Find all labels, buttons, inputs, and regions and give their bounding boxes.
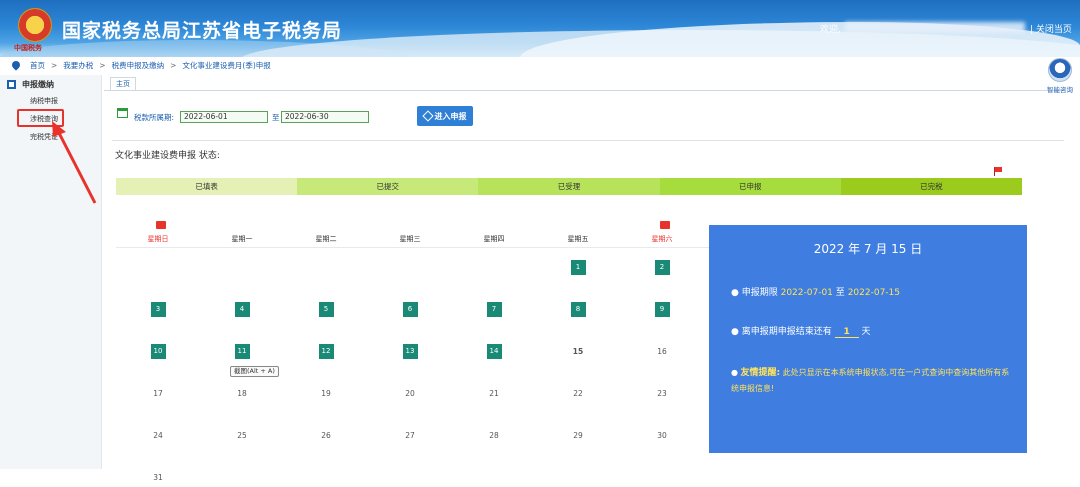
weekday-mon: 星期一 xyxy=(231,235,253,243)
friendly-reminder: ● 友情提醒: 此处只显示在本系统申报状态,可在一户式查询中查询其他所有系统申报… xyxy=(731,368,1010,393)
calendar-day[interactable]: 2 xyxy=(620,257,704,277)
enter-declaration-button[interactable]: 进入申报 xyxy=(417,106,473,126)
location-pin-icon xyxy=(10,59,22,71)
calendar-day[interactable]: 6 xyxy=(368,299,452,319)
calendar-day[interactable]: 26 xyxy=(284,425,368,445)
edit-pen-icon xyxy=(421,110,434,122)
calendar-icon xyxy=(117,108,128,118)
calendar-day[interactable]: 9 xyxy=(620,299,704,319)
section-divider xyxy=(112,140,1064,141)
user-name-redacted xyxy=(845,22,1025,33)
calendar-day[interactable]: 22 xyxy=(536,383,620,403)
calendar-day[interactable]: 25 xyxy=(200,425,284,445)
status-step-paid: 已完税 xyxy=(840,178,1023,195)
status-step-submitted: 已提交 xyxy=(297,178,479,195)
weekday-tue: 星期二 xyxy=(315,235,337,243)
calendar-day[interactable]: 11 xyxy=(200,341,284,361)
sidebar-item-certificate[interactable]: 完税凭证 xyxy=(30,132,58,142)
calendar-day[interactable]: 1 xyxy=(536,257,620,277)
period-end-input[interactable]: 2022-06-30 xyxy=(281,111,369,123)
smart-consult-widget[interactable]: 智能咨询 xyxy=(1043,58,1077,94)
calendar-day[interactable]: 10 xyxy=(116,341,200,361)
calendar-day[interactable]: 16 xyxy=(620,341,704,361)
breadcrumb-current: 文化事业建设费月(季)申报 xyxy=(182,60,271,70)
status-step-accepted: 已受理 xyxy=(478,178,660,195)
sidebar-item-declare[interactable]: 纳税申报 xyxy=(30,96,58,106)
weekday-sat: 星期六 xyxy=(651,235,673,243)
calendar-day[interactable]: 15 xyxy=(536,341,620,361)
weekday-fri: 星期五 xyxy=(567,235,589,243)
weekend-marker-icon xyxy=(156,221,166,229)
status-step-filled: 已填表 xyxy=(116,178,298,195)
weekday-wed: 星期三 xyxy=(399,235,421,243)
calendar-day[interactable]: 14 xyxy=(452,341,536,361)
calendar-day[interactable]: 21 xyxy=(452,383,536,403)
flag-icon xyxy=(995,167,1002,172)
weekday-sun: 星期日 xyxy=(147,235,169,243)
smart-consult-label: 智能咨询 xyxy=(1047,86,1073,94)
calendar-day[interactable]: 30 xyxy=(620,425,704,445)
sidebar: 申报缴纳 纳税申报 涉税查询 完税凭证 xyxy=(0,75,102,469)
calendar-day[interactable]: 13 xyxy=(368,341,452,361)
calendar-day[interactable]: 3 xyxy=(116,299,200,319)
site-title: 国家税务总局江苏省电子税务局 xyxy=(62,20,343,42)
close-page-link[interactable]: | 关闭当页 xyxy=(1030,22,1072,35)
calendar-day[interactable]: 8 xyxy=(536,299,620,319)
menu-square-icon xyxy=(7,80,16,89)
info-panel: 2022 年 7 月 15 日 ● 申报期限 2022-07-01 至 2022… xyxy=(709,225,1027,453)
tax-emblem-icon xyxy=(18,8,52,42)
tax-period-label: 税款所属期: xyxy=(134,113,175,122)
period-start-input[interactable]: 2022-06-01 xyxy=(180,111,268,123)
tab-divider xyxy=(104,90,1064,91)
sidebar-heading[interactable]: 申报缴纳 xyxy=(7,79,54,90)
calendar-day[interactable]: 7 xyxy=(452,299,536,319)
info-current-date: 2022 年 7 月 15 日 xyxy=(813,242,923,256)
calendar-day[interactable]: 18 xyxy=(200,383,284,403)
calendar-day[interactable]: 27 xyxy=(368,425,452,445)
breadcrumb: 首页 > 我要办税 > 税费申报及缴纳 > 文化事业建设费月(季)申报 xyxy=(0,57,1080,73)
deadline-line: ● 申报期限 2022-07-01 至 2022-07-15 xyxy=(731,288,900,298)
calendar-day[interactable]: 20 xyxy=(368,383,452,403)
tab-home[interactable]: 主页 xyxy=(110,77,136,90)
breadcrumb-handle-tax[interactable]: 我要办税 xyxy=(63,60,93,71)
weekday-thu: 星期四 xyxy=(483,235,505,243)
screenshot-tooltip: 截图(Alt + A) xyxy=(230,366,279,377)
period-to-label: 至 xyxy=(272,113,280,122)
header-banner: 中国税务 国家税务总局江苏省电子税务局 欢迎, | 关闭当页 xyxy=(0,0,1080,57)
calendar-day[interactable]: 31 xyxy=(116,467,200,487)
status-step-declared: 已申报 xyxy=(659,178,841,195)
annotation-highlight-box xyxy=(17,109,64,127)
emblem-text: 中国税务 xyxy=(14,44,42,52)
remaining-days-line: ● 离申报期申报结束还有 1 天 xyxy=(731,327,871,338)
breadcrumb-declare-pay[interactable]: 税费申报及缴纳 xyxy=(112,60,165,71)
calendar-day[interactable]: 23 xyxy=(620,383,704,403)
calendar-day[interactable]: 24 xyxy=(116,425,200,445)
assistant-avatar-icon xyxy=(1048,58,1072,82)
calendar-day[interactable]: 29 xyxy=(536,425,620,445)
welcome-text: 欢迎, xyxy=(820,25,841,35)
calendar-day[interactable]: 5 xyxy=(284,299,368,319)
calendar-day[interactable]: 17 xyxy=(116,383,200,403)
calendar-day[interactable]: 28 xyxy=(452,425,536,445)
status-title: 文化事业建设费申报 状态: xyxy=(115,151,220,161)
status-progress-bar: 已填表 已提交 已受理 已申报 已完税 xyxy=(116,178,1023,195)
breadcrumb-home[interactable]: 首页 xyxy=(30,60,45,71)
calendar-day[interactable]: 19 xyxy=(284,383,368,403)
weekend-marker-icon xyxy=(660,221,670,229)
calendar-day[interactable]: 12 xyxy=(284,341,368,361)
calendar-grid: 星期日 星期一 星期二 星期三 星期四 星期五 星期六 1 2 3 4 5 6 7 8 9 10 1… xyxy=(116,221,710,482)
calendar-day[interactable]: 4 xyxy=(200,299,284,319)
